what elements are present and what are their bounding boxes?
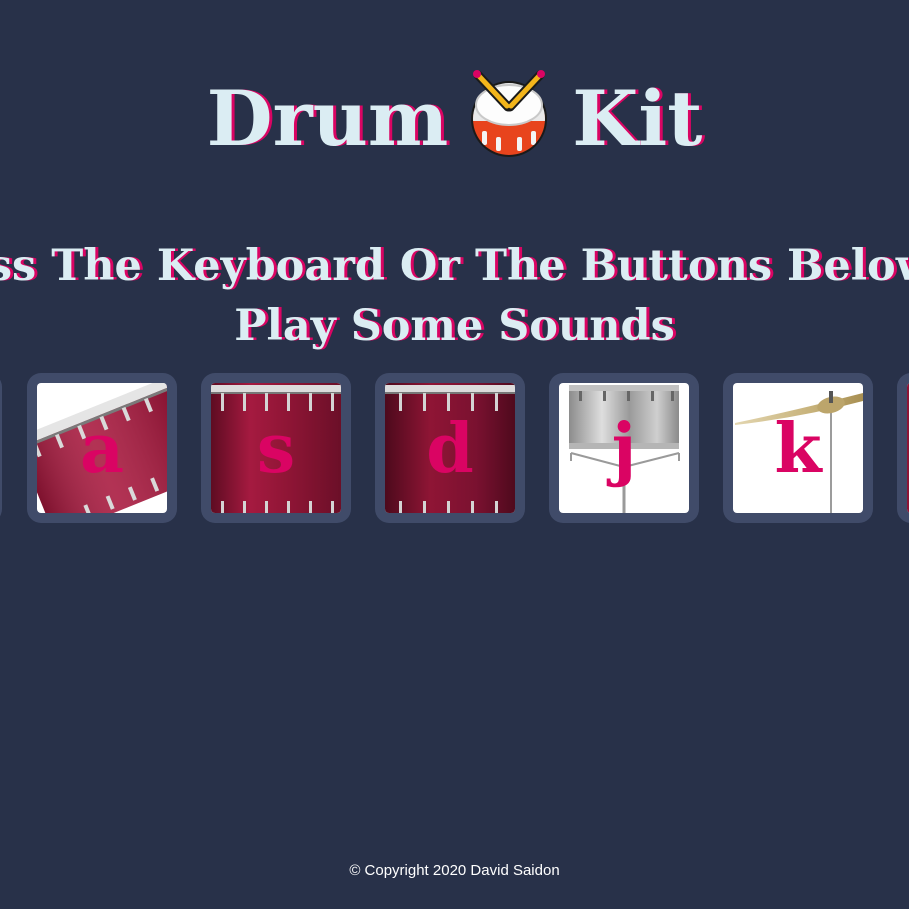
drum-button-face: a	[37, 383, 167, 513]
instructions: Press The Keyboard Or The Buttons Below …	[0, 236, 909, 356]
key-letter: s	[256, 409, 296, 489]
key-letter: d	[426, 409, 474, 489]
title-word-kit: Kit	[572, 73, 703, 163]
drum-button-a[interactable]: a	[27, 373, 177, 523]
drum-button-face: k	[733, 383, 863, 513]
drum-kit-page: Drum Kit s The Keyboard Or The Buttons B…	[0, 0, 909, 909]
instructions-line-2: Play Some Sounds	[234, 300, 675, 351]
drum-button-w[interactable]: w	[0, 373, 2, 523]
drum-button-face: s	[211, 383, 341, 513]
key-letter: j	[611, 409, 637, 489]
drum-icon	[468, 69, 550, 161]
drum-button-d[interactable]: d	[375, 373, 525, 523]
drum-button-face: j	[559, 383, 689, 513]
drum-button-l[interactable]: l	[897, 373, 909, 523]
key-letter: a	[79, 409, 125, 489]
instructions-line-1: Press The Keyboard Or The Buttons Below …	[0, 240, 909, 291]
drum-button-j[interactable]: j	[549, 373, 699, 523]
drum-button-face: d	[385, 383, 515, 513]
drum-button-s[interactable]: s	[201, 373, 351, 523]
title-word-drum: Drum	[206, 73, 449, 163]
page-title: Drum Kit	[0, 63, 909, 169]
drum-button-k[interactable]: k	[723, 373, 873, 523]
drum-buttons-row: w	[0, 373, 909, 523]
copyright-footer: © Copyright 2020 David Saidon	[349, 862, 560, 879]
key-letter: k	[774, 409, 822, 489]
